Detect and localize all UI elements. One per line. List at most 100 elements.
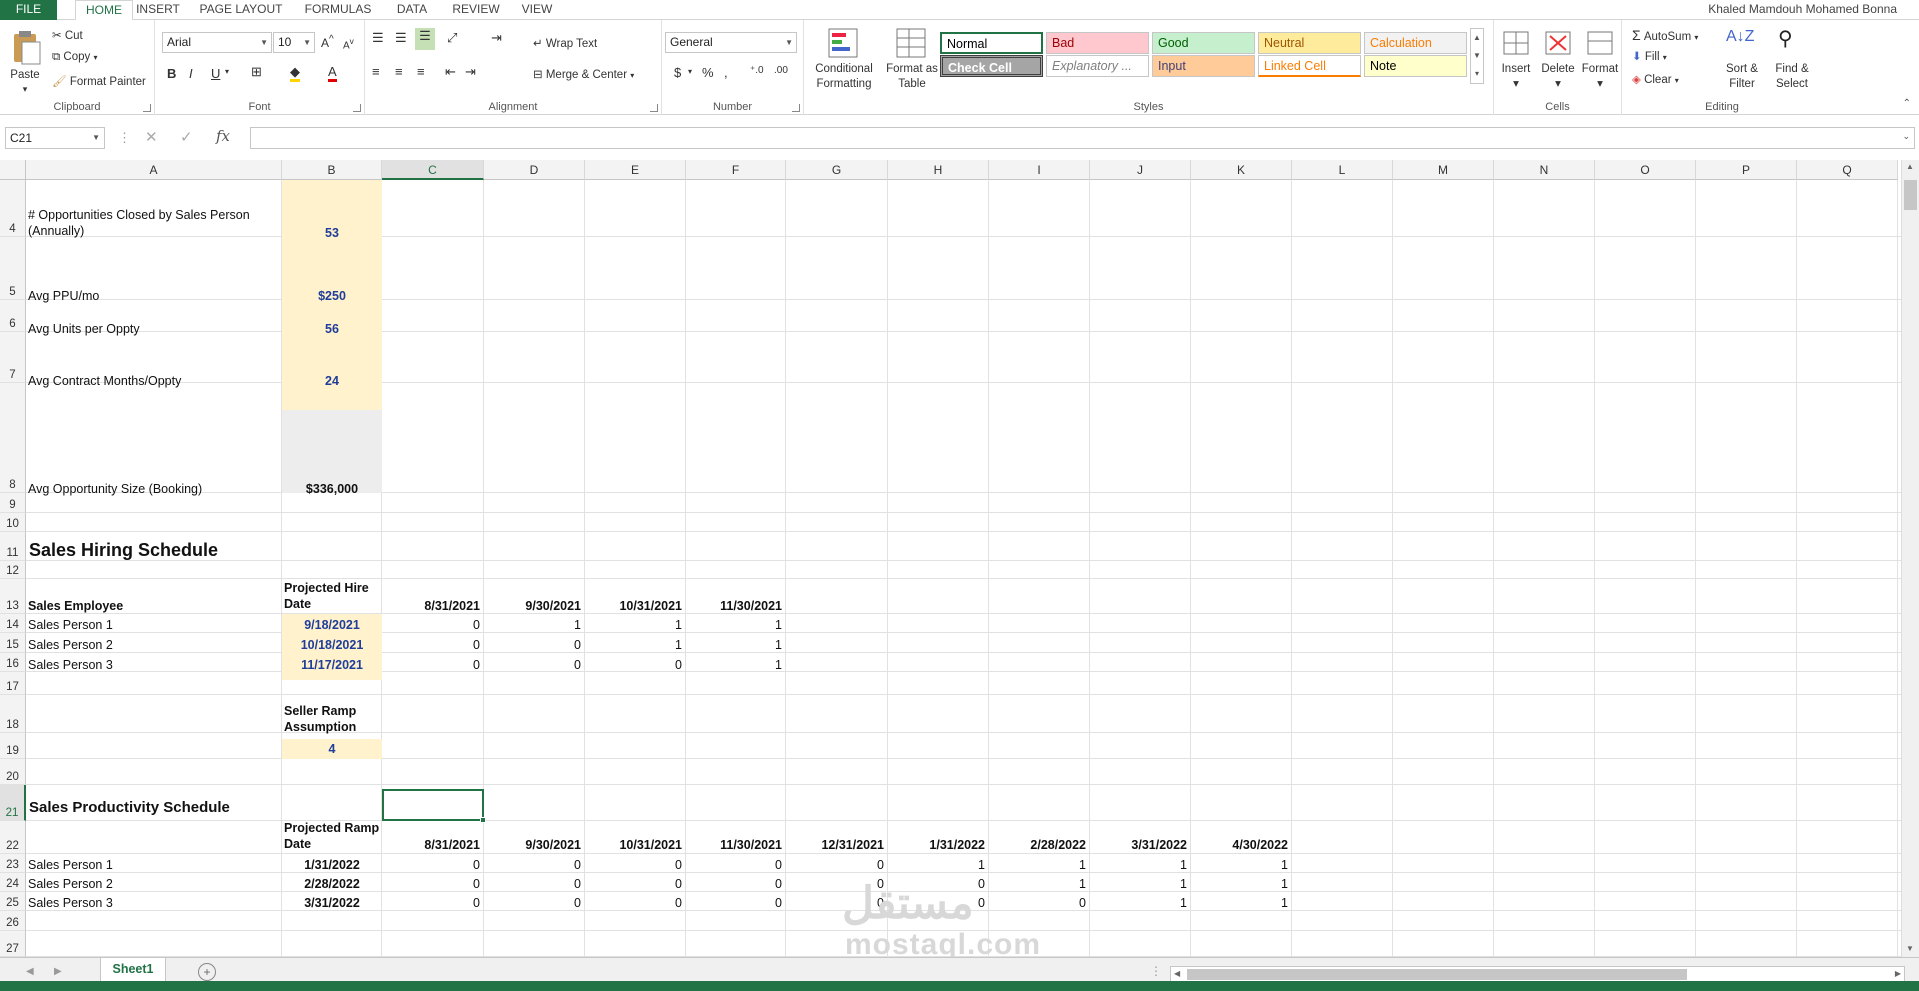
name-box[interactable]: C21 ▼ <box>5 127 105 149</box>
row-header-21[interactable]: 21 <box>0 785 26 821</box>
productivity-schedule-cell[interactable]: 0 <box>382 857 480 873</box>
productivity-schedule-cell[interactable]: 1 <box>1191 876 1288 892</box>
column-header-a[interactable]: A <box>26 160 282 180</box>
number-launcher-icon[interactable] <box>792 104 800 112</box>
tab-page-layout[interactable]: PAGE LAYOUT <box>197 0 285 20</box>
paste-button[interactable]: Paste <box>6 68 44 83</box>
hire-schedule-cell[interactable]: 1 <box>686 637 782 653</box>
row-header-18[interactable]: 18 <box>0 695 26 733</box>
copy-button[interactable]: ⧉ Copy ▾ <box>52 51 98 64</box>
productivity-schedule-cell[interactable]: 1 <box>1090 857 1187 873</box>
productivity-schedule-cell[interactable]: 1 <box>888 857 985 873</box>
row-header-4[interactable]: 4 <box>0 180 26 237</box>
value-seller-ramp[interactable]: 4 <box>282 741 382 757</box>
currency-dropdown-icon[interactable]: ▾ <box>688 67 692 76</box>
column-header-b[interactable]: B <box>282 160 382 180</box>
ramp-date-value[interactable]: 3/31/2022 <box>282 895 382 911</box>
increase-indent-icon[interactable]: ⇥ <box>465 64 476 80</box>
alignment-launcher-icon[interactable] <box>650 104 658 112</box>
fill-color-icon[interactable]: ◆ <box>290 64 300 82</box>
row-header-13[interactable]: 13 <box>0 579 26 614</box>
hire-date-value[interactable]: 11/17/2021 <box>282 657 382 673</box>
user-name[interactable]: Khaled Mamdouh Mohamed Bonna <box>1708 2 1897 16</box>
format-as-table-icon[interactable] <box>894 26 928 60</box>
scroll-right-icon[interactable]: ▶ <box>1895 969 1901 978</box>
row-header-5[interactable]: 5 <box>0 237 26 300</box>
style-bad[interactable]: Bad <box>1046 32 1149 54</box>
conditional-formatting-icon[interactable] <box>826 26 860 60</box>
value-avg-contract-months[interactable]: 24 <box>282 373 382 389</box>
tab-split-handle-icon[interactable]: ⋮ <box>1150 964 1162 978</box>
row-header-19[interactable]: 19 <box>0 733 26 759</box>
more-options-icon[interactable]: ⋮ <box>118 130 131 146</box>
underline-dropdown-icon[interactable]: ▾ <box>225 67 229 76</box>
insert-icon[interactable] <box>1502 28 1530 61</box>
delete-icon[interactable] <box>1544 28 1572 61</box>
vertical-scrollbar[interactable]: ▲ ▼ <box>1901 160 1919 957</box>
italic-icon[interactable]: I <box>189 66 193 81</box>
row-header-26[interactable]: 26 <box>0 911 26 931</box>
row-header-6[interactable]: 6 <box>0 300 26 332</box>
scroll-down-icon[interactable]: ▼ <box>1906 944 1914 953</box>
bold-icon[interactable]: B <box>167 66 176 81</box>
ramp-date-value[interactable]: 2/28/2022 <box>282 876 382 892</box>
conditional-formatting-button[interactable]: Conditional Formatting <box>804 62 884 92</box>
style-note[interactable]: Note <box>1364 55 1467 77</box>
column-header-d[interactable]: D <box>484 160 585 180</box>
row-header-27[interactable]: 27 <box>0 931 26 957</box>
style-input[interactable]: Input <box>1152 55 1255 77</box>
hire-schedule-cell[interactable]: 1 <box>686 657 782 673</box>
value-avg-units[interactable]: 56 <box>282 321 382 337</box>
number-format-combo[interactable]: General ▼ <box>665 32 797 53</box>
productivity-schedule-cell[interactable]: 1 <box>1191 857 1288 873</box>
insert-button[interactable]: Insert ▾ <box>1494 62 1538 92</box>
productivity-schedule-cell[interactable]: 0 <box>686 876 782 892</box>
hire-date-value[interactable]: 9/18/2021 <box>282 617 382 633</box>
format-as-table-button[interactable]: Format as Table <box>884 62 940 92</box>
prev-sheet-icon[interactable]: ◀ <box>26 966 34 977</box>
tab-review[interactable]: REVIEW <box>450 0 502 20</box>
sort-filter-icon[interactable]: A↓Z <box>1726 28 1754 46</box>
font-size-combo[interactable]: 10 ▼ <box>273 32 315 53</box>
clear-button[interactable]: ◈ Clear ▾ <box>1632 72 1679 86</box>
productivity-schedule-cell[interactable]: 0 <box>484 895 581 911</box>
column-header-h[interactable]: H <box>888 160 989 180</box>
format-cells-icon[interactable] <box>1586 28 1614 61</box>
style-linked-cell[interactable]: Linked Cell <box>1258 55 1361 77</box>
ramp-date-value[interactable]: 1/31/2022 <box>282 857 382 873</box>
align-top-icon[interactable]: ☰ <box>372 30 384 46</box>
productivity-schedule-cell[interactable]: 1 <box>1090 895 1187 911</box>
collapse-ribbon-icon[interactable]: ⌃ <box>1903 98 1911 109</box>
row-header-7[interactable]: 7 <box>0 332 26 383</box>
font-name-combo[interactable]: Arial ▼ <box>162 32 272 53</box>
hire-schedule-cell[interactable]: 1 <box>686 617 782 633</box>
hire-schedule-cell[interactable]: 0 <box>484 657 581 673</box>
row-header-23[interactable]: 23 <box>0 854 26 873</box>
row-header-14[interactable]: 14 <box>0 614 26 633</box>
worksheet-grid[interactable]: ABCDEFGHIJKLMNOPQ 4 5 6 7 8 9 10 11 12 13 14 15 16 17… <box>0 160 1901 957</box>
column-header-k[interactable]: K <box>1191 160 1292 180</box>
font-color-icon[interactable]: A <box>328 64 337 82</box>
clipboard-launcher-icon[interactable] <box>143 104 151 112</box>
row-header-15[interactable]: 15 <box>0 633 26 653</box>
wrap-text-button[interactable]: ↵ Wrap Text <box>533 36 597 50</box>
column-header-n[interactable]: N <box>1494 160 1595 180</box>
scroll-up-icon[interactable]: ▲ <box>1906 162 1914 171</box>
style-neutral[interactable]: Neutral <box>1258 32 1361 54</box>
productivity-schedule-cell[interactable]: 0 <box>585 895 682 911</box>
hire-schedule-cell[interactable]: 1 <box>484 617 581 633</box>
align-right-icon[interactable]: ≡ <box>417 64 425 79</box>
increase-decimal-icon[interactable]: ⁺.0 <box>750 65 764 76</box>
value-avg-ppu[interactable]: $250 <box>282 288 382 304</box>
row-header-9[interactable]: 9 <box>0 493 26 513</box>
productivity-schedule-cell[interactable]: 1 <box>1090 876 1187 892</box>
column-header-e[interactable]: E <box>585 160 686 180</box>
autosum-button[interactable]: Σ AutoSum ▾ <box>1632 27 1698 43</box>
style-check-cell[interactable]: Check Cell <box>940 55 1043 77</box>
format-painter-button[interactable]: 🖌 Format Painter <box>52 74 146 88</box>
row-header-25[interactable]: 25 <box>0 892 26 911</box>
value-opportunities-closed[interactable]: 53 <box>282 225 382 241</box>
format-button[interactable]: Format ▾ <box>1578 62 1622 92</box>
column-header-c[interactable]: C <box>382 160 484 180</box>
select-all-corner[interactable] <box>0 160 26 180</box>
